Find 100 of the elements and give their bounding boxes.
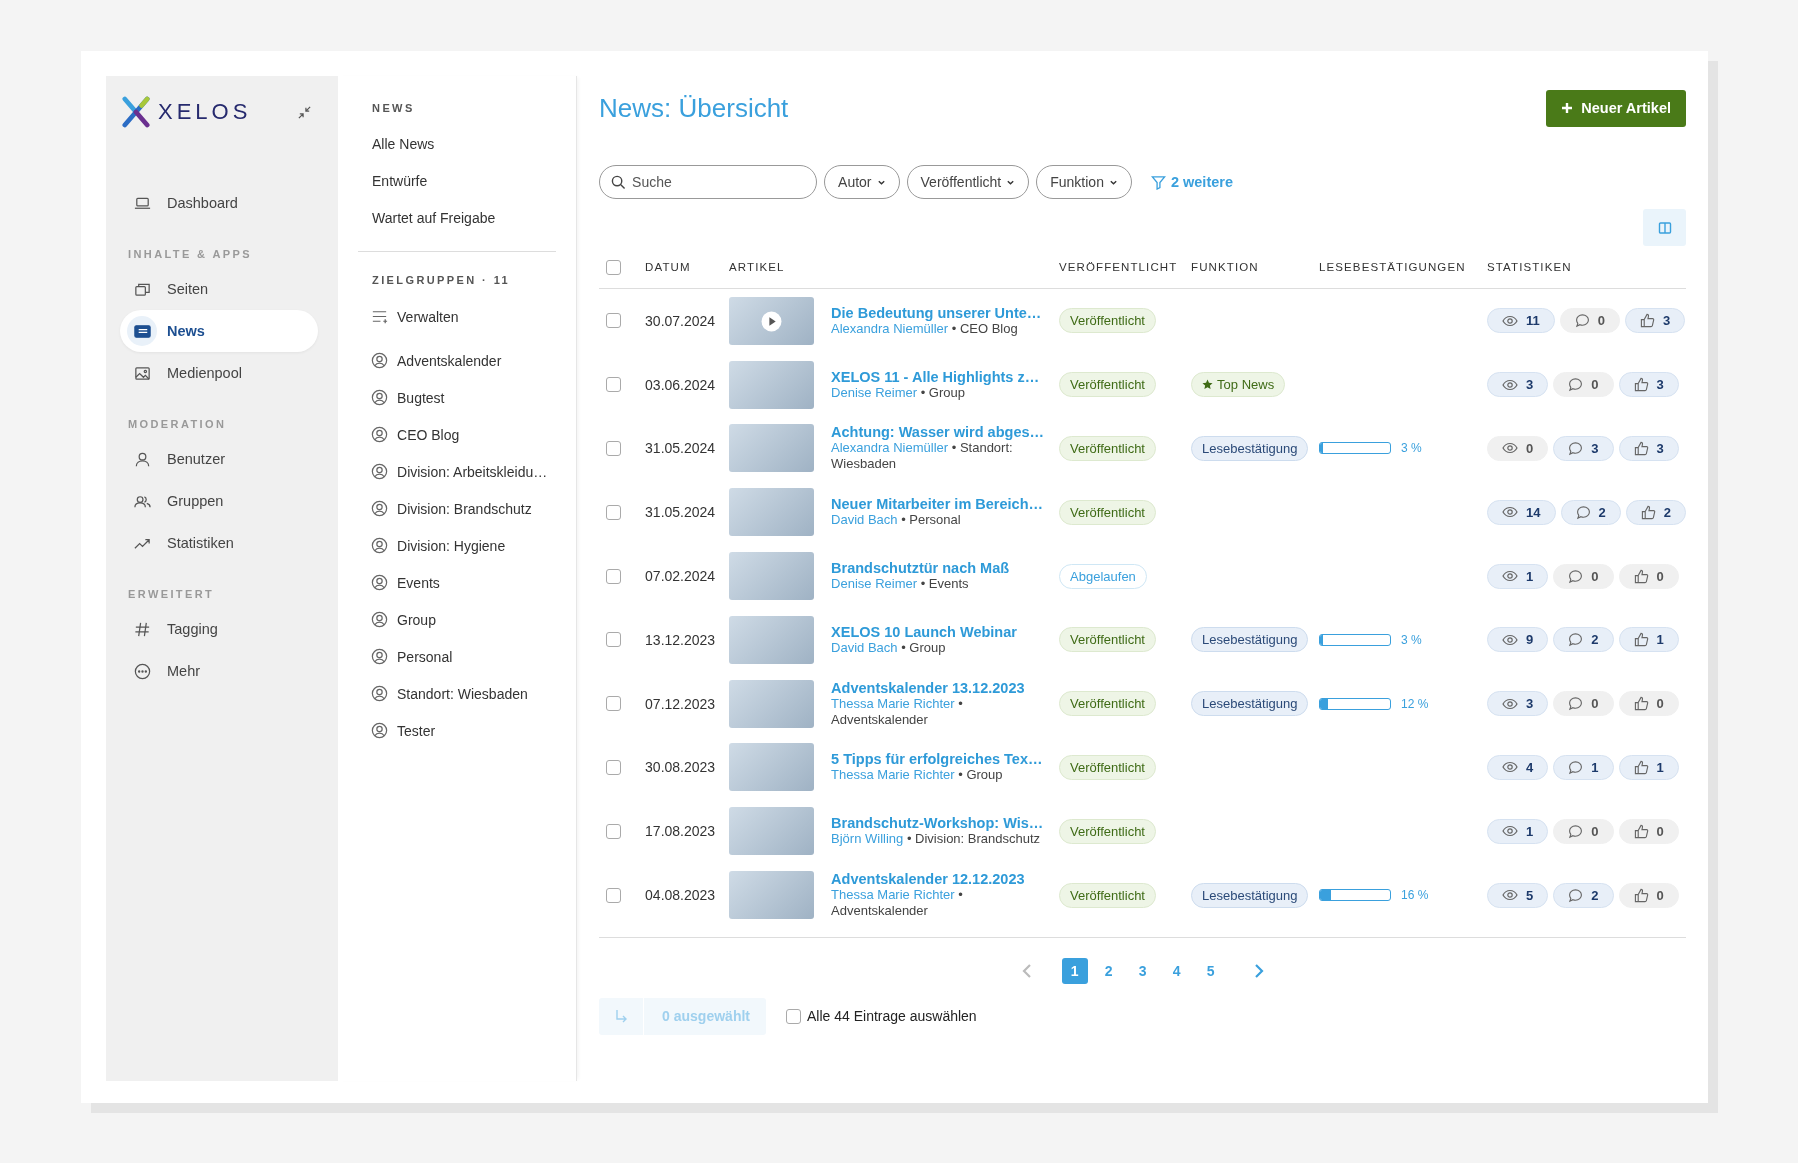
- likes-counter[interactable]: 0: [1618, 882, 1679, 908]
- thumbs-up-icon: [1633, 441, 1649, 456]
- likes-counter[interactable]: 3: [1618, 372, 1679, 398]
- comments-counter[interactable]: 0: [1553, 372, 1614, 398]
- user-circle-icon: [370, 388, 390, 407]
- comments-counter[interactable]: 2: [1553, 882, 1614, 908]
- checkbox[interactable]: [606, 759, 622, 775]
- nav-link[interactable]: Entwürfe: [358, 163, 557, 200]
- likes-counter[interactable]: 3: [1625, 308, 1686, 334]
- dots-icon: [132, 661, 152, 681]
- likes-counter[interactable]: 1: [1618, 754, 1679, 780]
- date-cell-text: 07.12.2023: [645, 695, 717, 712]
- group-link[interactable]: Personal: [358, 638, 557, 675]
- speech-bubble-icon: [1568, 823, 1584, 839]
- progress-reading: 3 %: [1401, 632, 1422, 647]
- comments-counter[interactable]: 2: [1553, 627, 1614, 653]
- manage-link[interactable]: Verwalten: [358, 298, 557, 335]
- column-header: DATUM: [645, 261, 692, 273]
- views-counter[interactable]: 4: [1487, 754, 1549, 780]
- views-counter[interactable]: 3: [1487, 691, 1549, 717]
- views-counter[interactable]: 1: [1487, 818, 1549, 844]
- status-badge: Veröffentlicht: [1059, 436, 1156, 461]
- search-field[interactable]: Suche: [599, 165, 818, 199]
- status-badge: Veröffentlicht: [1059, 308, 1156, 334]
- group-link[interactable]: Events: [358, 564, 557, 601]
- group-link[interactable]: Group: [358, 601, 557, 638]
- group-link[interactable]: Division: Brandschutz: [358, 490, 557, 527]
- nav-link[interactable]: Wartet auf Freigabe: [358, 200, 557, 237]
- likes-counter[interactable]: 0: [1618, 563, 1679, 589]
- column-header: FUNKTION: [1191, 261, 1260, 273]
- views-counter[interactable]: 1: [1487, 563, 1549, 589]
- nav-item[interactable]: Tagging: [120, 608, 319, 650]
- group-link[interactable]: Bugtest: [358, 379, 557, 416]
- views-counter[interactable]: 14: [1487, 499, 1556, 525]
- filter-dropdown[interactable]: Veröffentlicht: [906, 165, 1030, 199]
- comments-counter[interactable]: 0: [1553, 818, 1614, 844]
- comments-counter[interactable]: 3: [1553, 436, 1614, 461]
- function-badge: Lesebestätigung: [1191, 691, 1309, 717]
- comments-counter[interactable]: 1: [1553, 754, 1614, 780]
- columns-icon: [1657, 220, 1672, 235]
- column-header: STATISTIKEN: [1487, 261, 1573, 273]
- progress-reading: 12 %: [1401, 696, 1429, 711]
- date-cell-text: 17.08.2023: [645, 823, 717, 840]
- group-link[interactable]: Standort: Wiesbaden: [358, 675, 557, 712]
- plus-icon: [1561, 102, 1574, 114]
- nav-item[interactable]: Statistiken: [120, 522, 319, 564]
- comments-counter[interactable]: 0: [1559, 308, 1621, 334]
- checkbox[interactable]: [606, 377, 622, 393]
- likes-counter[interactable]: 2: [1625, 499, 1686, 525]
- filter-dropdown[interactable]: Autor: [824, 165, 900, 199]
- nav-item[interactable]: News: [120, 310, 319, 352]
- speech-bubble-icon: [1568, 887, 1584, 903]
- collapse-icon[interactable]: [297, 104, 313, 120]
- thumbs-up-icon: [1633, 632, 1649, 648]
- article-meta: Alexandra Niemüller • CEO Blog: [831, 320, 1019, 337]
- checkbox[interactable]: [606, 504, 622, 520]
- filter-dropdown[interactable]: Funktion: [1036, 165, 1132, 199]
- checkbox[interactable]: [606, 823, 622, 839]
- comments-counter[interactable]: 0: [1553, 563, 1614, 589]
- views-counter[interactable]: 5: [1487, 882, 1549, 908]
- checkbox[interactable]: [606, 259, 622, 275]
- likes-counter[interactable]: 3: [1618, 436, 1679, 461]
- views-counter[interactable]: 0: [1487, 436, 1549, 461]
- nav-item[interactable]: Dashboard: [120, 182, 319, 224]
- user-circle-icon: [370, 610, 390, 629]
- date-cell-text: 04.08.2023: [645, 887, 717, 904]
- nav-item[interactable]: Benutzer: [120, 438, 319, 480]
- checkbox[interactable]: [606, 696, 622, 712]
- group-link[interactable]: Division: Hygiene: [358, 527, 557, 564]
- select-all-label: Alle 44 Eintrage auswählen: [807, 1008, 977, 1025]
- likes-counter[interactable]: 0: [1618, 691, 1679, 717]
- thumbs-up-icon: [1633, 696, 1649, 712]
- nav-item[interactable]: Mehr: [120, 650, 319, 692]
- group-link[interactable]: CEO Blog: [358, 416, 557, 453]
- columns-toggle-button[interactable]: [1643, 209, 1686, 246]
- views-counter[interactable]: 11: [1487, 308, 1555, 334]
- nav-item[interactable]: Medienpool: [120, 352, 319, 394]
- nav-item[interactable]: Seiten: [120, 268, 319, 310]
- likes-counter[interactable]: 0: [1618, 818, 1679, 844]
- nav-item[interactable]: Gruppen: [120, 480, 319, 522]
- views-counter[interactable]: 3: [1487, 372, 1549, 398]
- checkbox[interactable]: [606, 887, 622, 903]
- user-circle-icon: [370, 425, 390, 444]
- user-circle-icon: [370, 536, 390, 555]
- chevron-right-icon: [1252, 962, 1265, 979]
- group-link[interactable]: Adventskalender: [358, 342, 557, 379]
- checkbox[interactable]: [606, 568, 622, 584]
- comments-counter[interactable]: 0: [1553, 691, 1614, 717]
- new-article-button[interactable]: Neuer Artikel: [1546, 89, 1686, 127]
- checkbox[interactable]: [606, 632, 622, 648]
- checkbox[interactable]: [606, 313, 622, 329]
- views-counter[interactable]: 9: [1487, 627, 1549, 653]
- comments-counter[interactable]: 2: [1560, 499, 1621, 525]
- group-link[interactable]: Tester: [358, 712, 557, 749]
- group-link[interactable]: Division: Arbeitskleidu…: [358, 453, 557, 490]
- likes-counter[interactable]: 1: [1618, 627, 1679, 653]
- checkbox[interactable]: [606, 441, 622, 456]
- section-heading: ZIELGRUPPEN · 11: [372, 274, 512, 286]
- nav-link[interactable]: Alle News: [358, 126, 557, 163]
- chevron-left-icon: [1020, 962, 1033, 979]
